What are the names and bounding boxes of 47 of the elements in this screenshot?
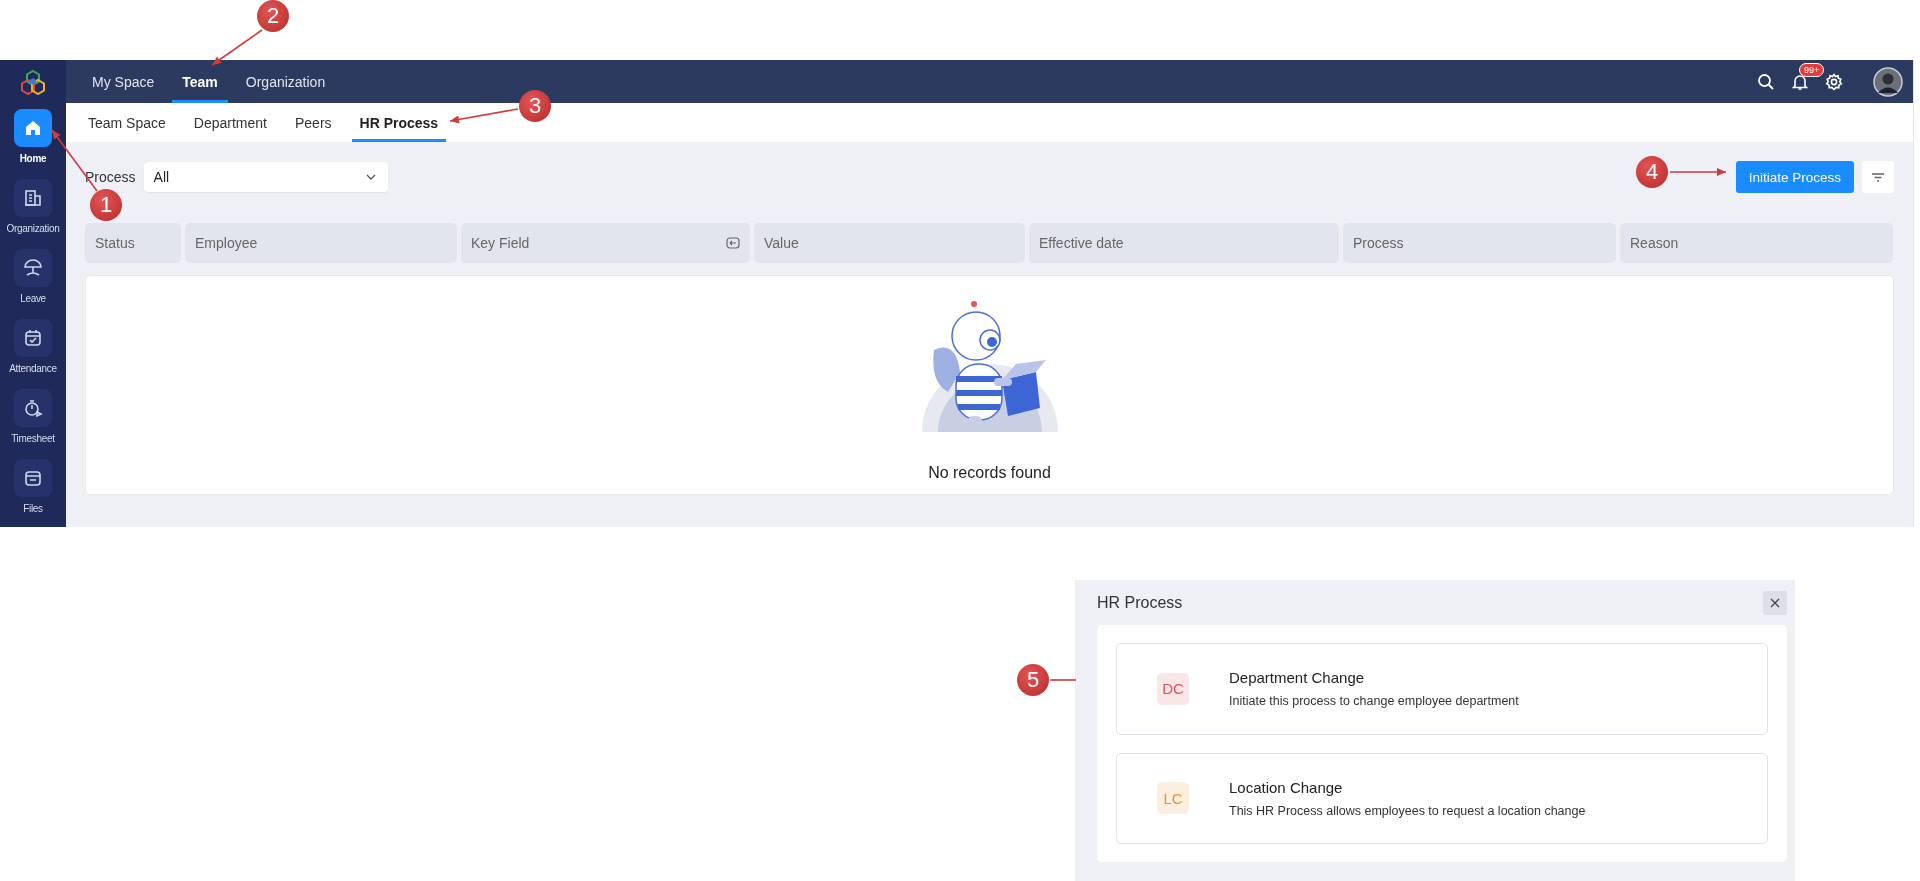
- umbrella-icon: [23, 258, 43, 278]
- filter-icon: [1872, 172, 1884, 182]
- initials-badge: LC: [1157, 782, 1189, 815]
- settings-icon[interactable]: [1825, 72, 1843, 91]
- step-number: 2: [257, 0, 289, 32]
- avatar[interactable]: [1873, 66, 1903, 97]
- step-number: 5: [1017, 664, 1049, 696]
- sidebar-item[interactable]: Attendance: [9, 313, 57, 383]
- empty-message: No records found: [928, 464, 1051, 482]
- sub-tab[interactable]: Department: [185, 103, 275, 142]
- bell-icon[interactable]: [1791, 72, 1809, 91]
- column-header[interactable]: Status: [85, 223, 181, 263]
- sidebar-item[interactable]: Organization: [6, 173, 60, 243]
- home-icon: [23, 118, 43, 138]
- process-description: This HR Process allows employees to request a location change: [1229, 803, 1586, 818]
- search-icon[interactable]: [1757, 72, 1775, 91]
- column-header[interactable]: Effective date: [1029, 223, 1339, 263]
- process-description: Initiate this process to change employee department: [1229, 694, 1519, 709]
- stopwatch-icon: [23, 398, 43, 418]
- close-button[interactable]: [1763, 590, 1787, 615]
- process-card[interactable]: LC Location Change This HR Process allows employees to request a location change: [1116, 752, 1768, 844]
- filter-label: Process: [85, 169, 136, 185]
- process-title: Department Change: [1229, 669, 1366, 687]
- nav-tab[interactable]: Organization: [235, 60, 336, 103]
- column-header[interactable]: Reason: [1620, 223, 1893, 263]
- calendar-check-icon: [23, 328, 43, 348]
- column-header[interactable]: Process: [1343, 223, 1616, 263]
- process-title: Location Change: [1229, 778, 1344, 796]
- sidebar-item[interactable]: Timesheet: [11, 383, 55, 453]
- column-toggle-icon[interactable]: [726, 236, 740, 250]
- chevron-down-icon: [365, 174, 376, 180]
- sub-tab[interactable]: Team Space: [80, 103, 174, 142]
- notification-badge: 99+: [1799, 62, 1825, 77]
- nav-tab[interactable]: My Space: [82, 60, 165, 103]
- process-dropdown[interactable]: All: [143, 162, 388, 192]
- sub-tab[interactable]: Peers: [287, 103, 340, 142]
- logo-icon: [20, 68, 46, 95]
- folder-icon: [23, 468, 43, 488]
- close-icon: [1770, 597, 1780, 608]
- process-card[interactable]: DC Department Change Initiate this process to change employee department: [1116, 643, 1768, 735]
- initials-badge: DC: [1157, 672, 1189, 705]
- filter-button[interactable]: [1862, 161, 1894, 193]
- column-header[interactable]: Key Field: [461, 223, 750, 263]
- column-header[interactable]: Employee: [185, 223, 457, 263]
- building-icon: [23, 188, 43, 208]
- column-header[interactable]: Value: [754, 223, 1025, 263]
- modal-title: HR Process: [1097, 593, 1183, 612]
